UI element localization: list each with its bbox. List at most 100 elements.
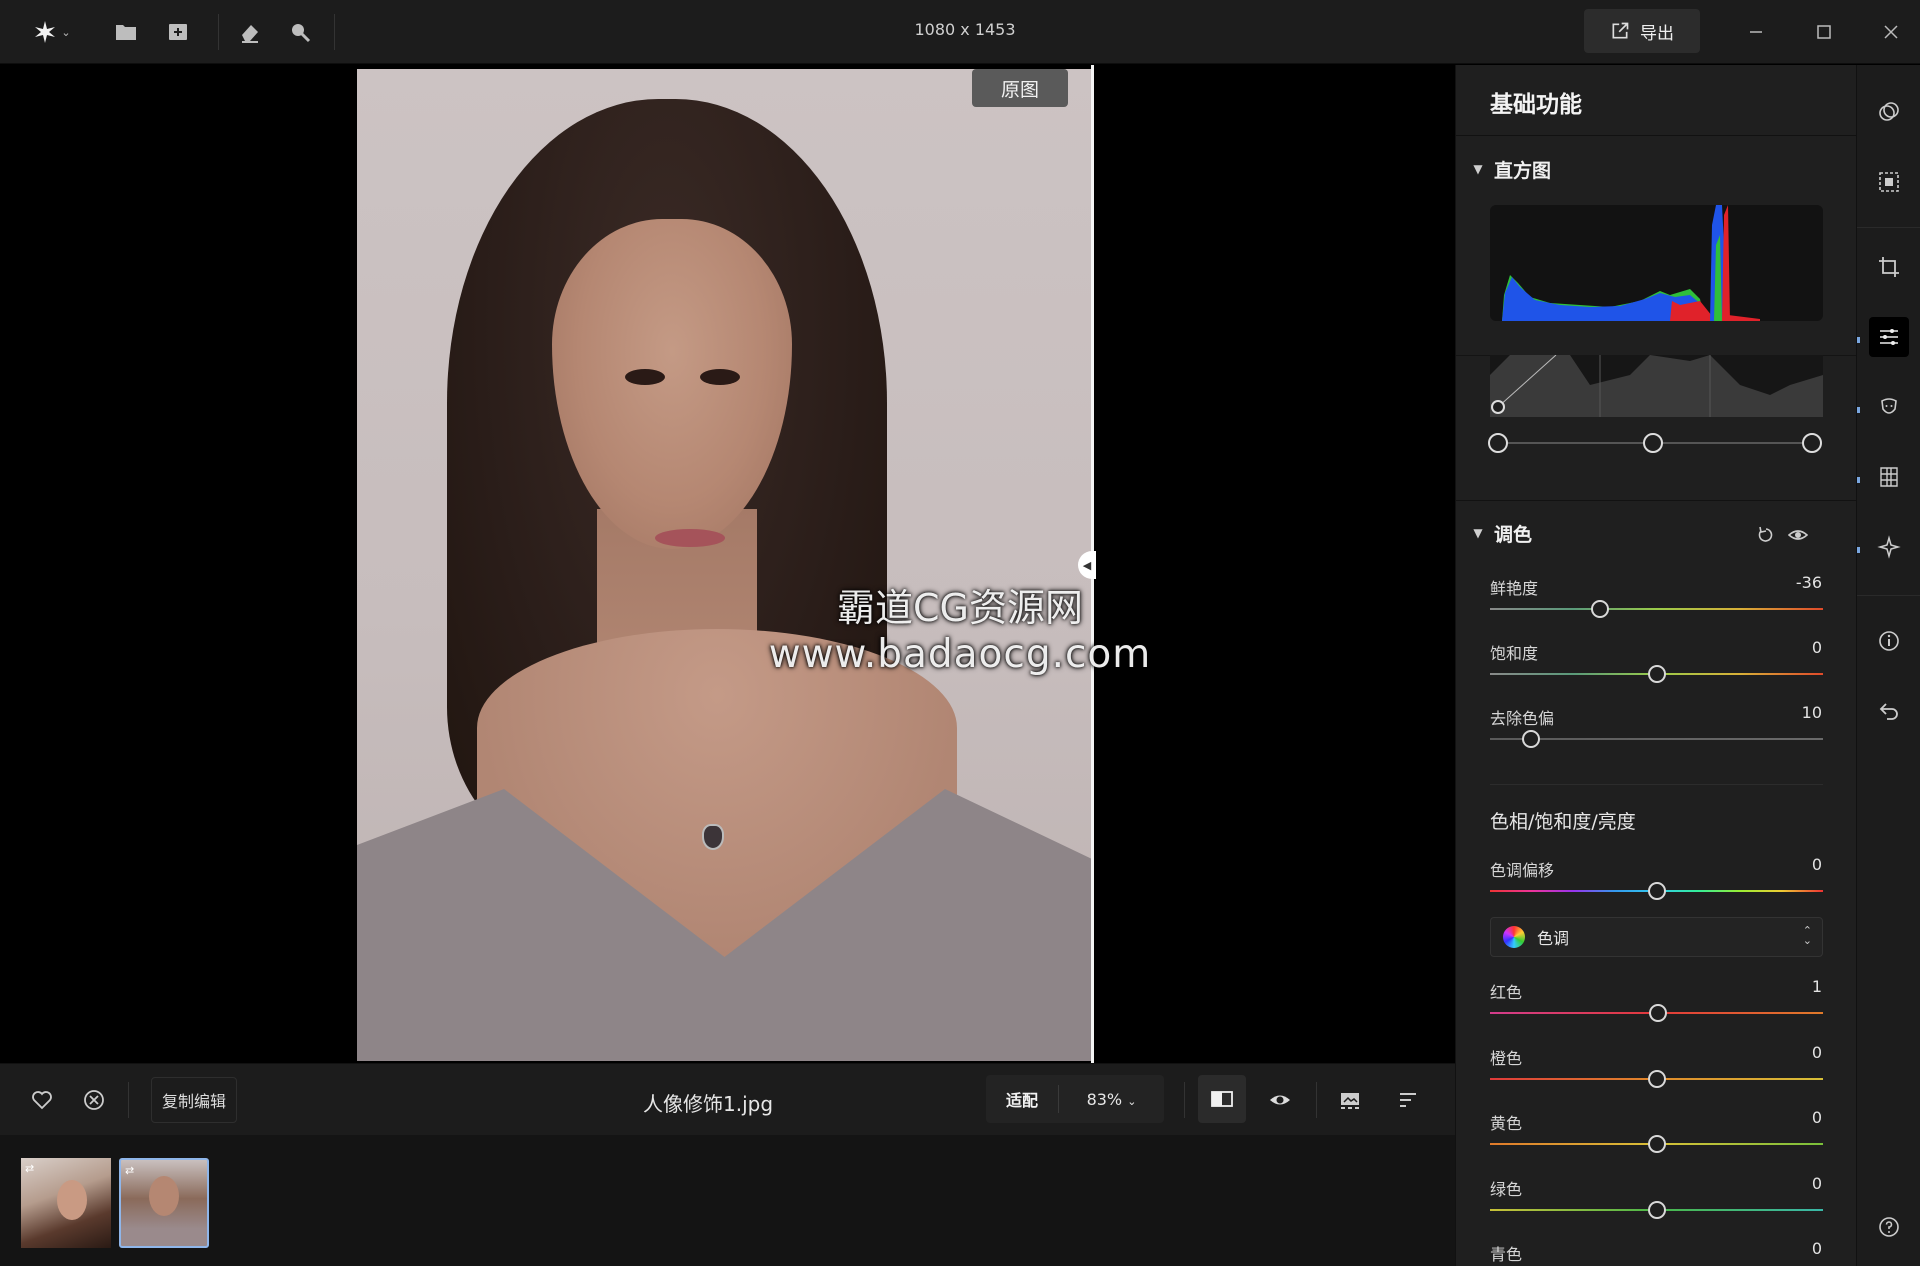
filmstrip: ⇄ ⇄ — [0, 1135, 1455, 1266]
slider-track[interactable] — [1490, 608, 1823, 610]
app-logo-icon — [35, 21, 56, 43]
help-button[interactable] — [1869, 1207, 1909, 1247]
toolbar-divider — [128, 1082, 129, 1118]
tone-curve[interactable] — [1490, 355, 1823, 417]
active-indicator — [1857, 337, 1860, 343]
slider-label: 色调偏移 — [1490, 861, 1555, 880]
toolbar-divider — [218, 14, 219, 50]
slider-value[interactable]: 0 — [1812, 1043, 1822, 1062]
slider-label: 饱和度 — [1490, 644, 1539, 663]
add-image-icon — [169, 24, 187, 40]
levels-midtone[interactable] — [1643, 433, 1663, 453]
slider-value[interactable]: 0 — [1812, 855, 1822, 874]
app-menu-button[interactable]: ⌄ — [26, 16, 78, 48]
toggle-color-visibility-button[interactable] — [1786, 523, 1810, 547]
slider-track[interactable] — [1490, 738, 1823, 740]
add-image-button[interactable] — [162, 16, 194, 48]
adjust-tool-button[interactable] — [1869, 317, 1909, 357]
subsection-divider — [1490, 784, 1823, 785]
compare-view-button[interactable] — [1198, 1075, 1246, 1123]
reject-button[interactable] — [78, 1084, 110, 1116]
slider-knob[interactable] — [1647, 665, 1666, 683]
hsl-title: 色相/饱和度/亮度 — [1490, 811, 1636, 833]
filename-label: 人像修饰1.jpg — [642, 1092, 774, 1116]
histogram — [1490, 205, 1823, 321]
preview-toggle-button[interactable] — [1264, 1084, 1296, 1116]
slider-value[interactable]: -36 — [1796, 573, 1822, 592]
edited-icon: ⇄ — [125, 1164, 135, 1177]
maximize-button[interactable] — [1806, 14, 1842, 50]
slider-label: 绿色 — [1490, 1179, 1523, 1199]
levels-black-point[interactable] — [1488, 433, 1508, 453]
info-button[interactable] — [1869, 621, 1909, 661]
open-folder-button[interactable] — [110, 16, 142, 48]
crop-tool-button[interactable] — [1869, 247, 1909, 287]
active-indicator — [1857, 547, 1860, 553]
slider-value[interactable]: 1 — [1812, 977, 1822, 996]
search-tool-button[interactable] — [284, 16, 316, 48]
slider-knob[interactable] — [1647, 1200, 1666, 1219]
copy-edit-button[interactable]: 复制编辑 — [151, 1077, 237, 1123]
select-tool-button[interactable] — [1869, 162, 1909, 202]
slider-label: 橙色 — [1490, 1048, 1523, 1068]
collapse-triangle-icon: ▼ — [1473, 162, 1483, 176]
filmstrip-thumbnail-selected[interactable]: ⇄ — [119, 1158, 209, 1248]
levels-white-point[interactable] — [1802, 433, 1822, 453]
slider-label: 黄色 — [1490, 1114, 1523, 1133]
histogram-title: 直方图 — [1494, 159, 1552, 182]
presets-tool-button[interactable] — [1869, 92, 1909, 132]
slider-label: 鲜艳度 — [1490, 579, 1539, 598]
slider-value[interactable]: 0 — [1812, 1174, 1822, 1193]
fit-button[interactable]: 适配 — [986, 1087, 1058, 1111]
photo-eye-right — [700, 369, 740, 385]
export-button[interactable]: 导出 — [1584, 9, 1700, 53]
chevron-down-icon: ⌄ — [61, 25, 71, 39]
collapse-triangle-icon: ▼ — [1473, 526, 1483, 540]
filmstrip-icon — [1341, 1093, 1359, 1109]
presets-icon — [1879, 102, 1899, 121]
filmstrip-toggle-button[interactable] — [1334, 1084, 1366, 1116]
slider-knob[interactable] — [1590, 600, 1609, 618]
photo-lips — [655, 529, 725, 547]
slider-knob[interactable] — [1521, 730, 1540, 748]
ai-effects-button[interactable] — [1869, 527, 1909, 567]
slider-knob[interactable] — [1649, 1004, 1668, 1022]
search-icon — [292, 24, 311, 43]
slider-knob[interactable] — [1647, 1135, 1666, 1153]
zoom-dropdown[interactable]: 83% ⌄ — [1059, 1090, 1164, 1109]
slider-value[interactable]: 0 — [1812, 638, 1822, 657]
sparkle-icon — [1877, 535, 1901, 559]
export-icon — [1612, 22, 1629, 39]
heart-icon — [32, 1091, 52, 1110]
slider-value[interactable]: 0 — [1812, 1108, 1822, 1127]
slider-knob[interactable] — [1647, 882, 1666, 900]
color-wheel-icon — [1503, 926, 1525, 948]
grid-tool-icon — [1880, 467, 1898, 487]
bottom-toolbar: 复制编辑 人像修饰1.jpg 适配 83% ⌄ — [0, 1063, 1455, 1135]
slider-value[interactable]: 0 — [1812, 1239, 1822, 1258]
hue-channel-select[interactable]: 色调 ⌃ ⌄ — [1490, 917, 1823, 957]
slider-value[interactable]: 10 — [1802, 703, 1822, 722]
image-canvas[interactable]: 原图 ◀ 霸道CG资源网 www.badaocg.com — [0, 65, 1455, 1063]
sort-button[interactable] — [1392, 1084, 1424, 1116]
portrait-tool-button[interactable] — [1869, 387, 1909, 427]
portrait-photo — [357, 69, 1092, 1061]
filter-tool-button[interactable] — [1869, 457, 1909, 497]
zoom-value: 83% — [1086, 1089, 1123, 1109]
minimize-button[interactable] — [1738, 14, 1774, 50]
history-button[interactable] — [1869, 691, 1909, 731]
photo-pendant — [702, 824, 724, 850]
favorite-button[interactable] — [26, 1084, 58, 1116]
filmstrip-thumbnail[interactable]: ⇄ — [21, 1158, 111, 1248]
eraser-tool-button[interactable] — [234, 16, 266, 48]
updown-chevron-icon: ⌃ ⌄ — [1802, 924, 1812, 947]
original-tag: 原图 — [972, 69, 1068, 107]
histogram-section-header[interactable]: ▼ 直方图 — [1466, 154, 1846, 184]
panel-divider — [1456, 135, 1856, 136]
slider-label: 青色 — [1490, 1245, 1523, 1264]
slider-knob[interactable] — [1647, 1069, 1666, 1088]
section-divider — [1456, 500, 1856, 501]
close-button[interactable] — [1873, 14, 1909, 50]
active-indicator — [1857, 407, 1860, 413]
reset-color-button[interactable] — [1754, 523, 1778, 547]
